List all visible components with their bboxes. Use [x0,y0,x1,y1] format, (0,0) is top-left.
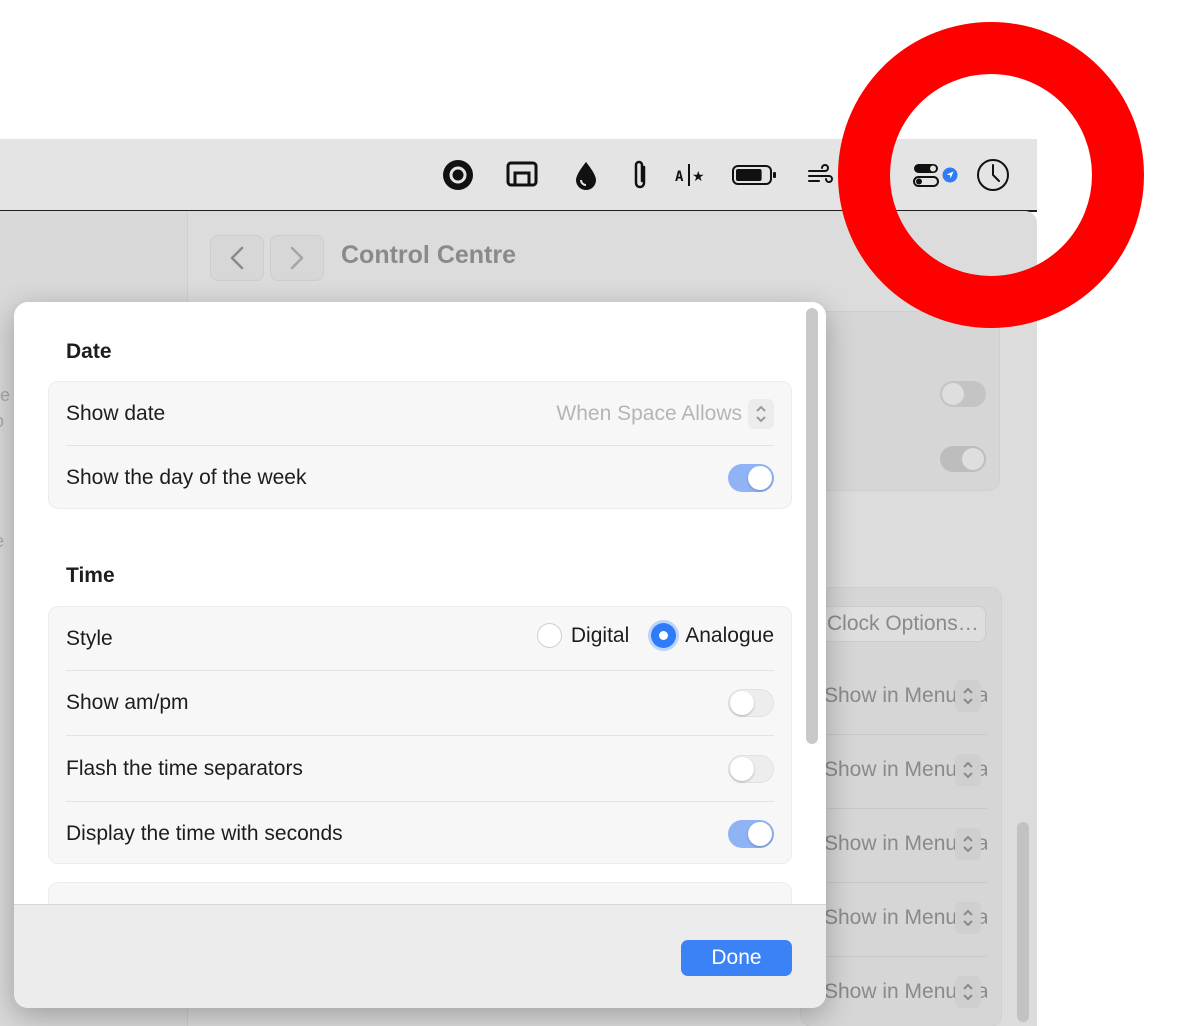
time-section-title: Time [66,564,115,587]
chevron-updown-icon [748,399,774,429]
paperclip-icon[interactable] [617,153,663,197]
chevron-updown-icon [955,754,981,786]
bg-scrollbar[interactable] [1017,822,1029,1022]
show-date-row: Show date When Space Allows [66,382,774,446]
ampm-row: Show am/pm [66,671,774,735]
divider [66,735,774,736]
date-section-title: Date [66,340,112,363]
digital-radio-label: Digital [570,623,630,647]
radio-button[interactable] [536,623,562,648]
flash-separators-row: Flash the time separators [66,737,774,801]
divider [812,882,987,883]
sidebar-fragment: re [0,385,11,405]
sheet-footer: Done [14,904,826,1008]
annotation-ring [838,22,1144,328]
chevron-updown-icon [955,902,981,934]
show-day-toggle[interactable] [728,464,774,492]
analogue-radio-label: Analogue [685,623,774,647]
menu-bar-row[interactable]: Show in Menu Bar [812,752,987,790]
show-day-label: Show the day of the week [66,466,307,489]
show-date-popup[interactable]: When Space Allows [556,399,774,429]
seconds-toggle[interactable] [728,820,774,848]
battery-icon [732,153,778,197]
divider [812,734,987,735]
divider [812,808,987,809]
ink-drop-icon[interactable] [563,153,609,197]
svg-text:A: A [675,169,684,185]
style-label: Style [66,627,113,650]
show-date-label: Show date [66,402,166,425]
screen-record-icon[interactable] [435,153,481,197]
bg-toggle[interactable] [940,381,986,407]
sidebar-fragment: e [0,531,4,552]
menu-bar-row[interactable]: Show in Menu Bar [812,678,987,716]
flash-separators-label: Flash the time separators [66,757,303,780]
chevron-left-icon [230,246,244,270]
clock-options-sheet: Date Show date When Space Allows Show th… [14,302,826,1008]
seconds-row: Display the time with seconds [66,802,774,866]
window-title: Control Centre [341,241,516,269]
display-mirroring-icon[interactable] [499,153,545,197]
analogue-radio[interactable]: Analogue [651,623,774,648]
flash-separators-toggle[interactable] [728,755,774,783]
menu-bar-row[interactable]: Show in Menu Bar [812,826,987,864]
bg-clock-panel [800,587,1002,1026]
menu-bar-row[interactable]: Show in Menu Bar [812,974,987,1012]
chevron-updown-icon [955,976,981,1008]
bg-toggle[interactable] [940,446,986,472]
show-date-value: When Space Allows [556,402,742,425]
time-group: Style Digital Analogue Show am/pm Flash … [48,606,792,864]
ampm-label: Show am/pm [66,691,189,714]
next-group [48,882,792,904]
chevron-right-icon [290,246,304,270]
forward-button[interactable] [270,235,324,281]
sheet-scrollbar[interactable] [806,308,818,744]
clock-options-button[interactable]: Clock Options… [812,606,986,642]
sidebar-fragment: o [0,411,4,432]
chevron-updown-icon [955,680,981,712]
show-day-row: Show the day of the week [66,446,774,510]
style-radio-group: Digital Analogue [536,623,774,648]
text-translate-icon[interactable]: A ★ [667,153,713,197]
style-row: Style Digital Analogue [66,607,774,671]
divider [812,956,987,957]
menu-bar-row[interactable]: Show in Menu Bar [812,900,987,938]
sheet-content: Date Show date When Space Allows Show th… [14,302,826,904]
date-group: Show date When Space Allows Show the day… [48,381,792,509]
svg-text:★: ★ [692,169,705,185]
done-button[interactable]: Done [681,940,792,976]
ampm-toggle[interactable] [728,689,774,717]
chevron-updown-icon [955,828,981,860]
digital-radio[interactable]: Digital [536,623,630,648]
back-button[interactable] [210,235,264,281]
seconds-label: Display the time with seconds [66,822,343,845]
radio-button[interactable] [651,623,677,648]
